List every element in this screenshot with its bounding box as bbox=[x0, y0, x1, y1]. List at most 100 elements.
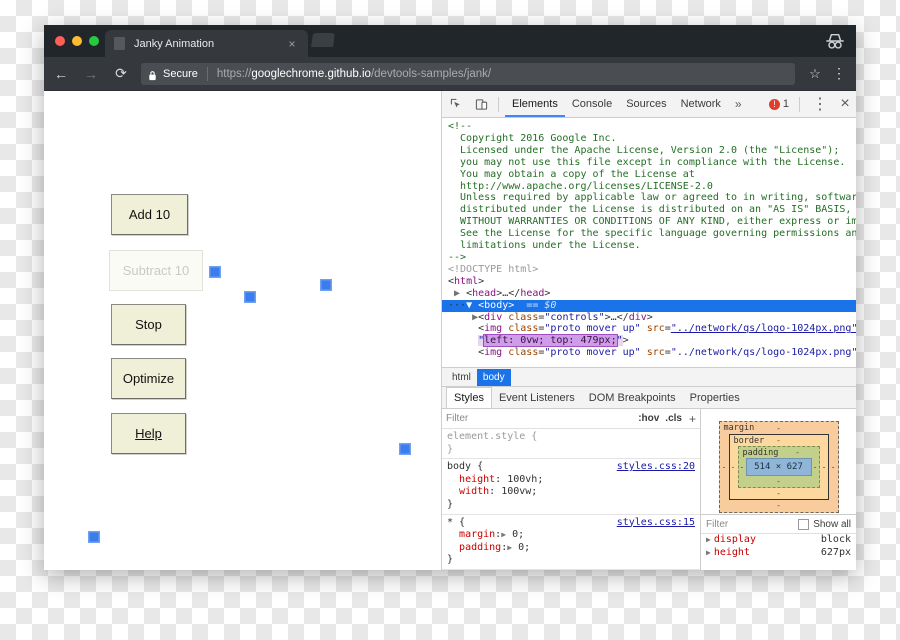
jank-button-stop[interactable]: Stop bbox=[111, 304, 186, 345]
tree-img-style-value[interactable]: "left: 0vw; top: 479px;"> bbox=[448, 335, 856, 347]
tree-img-node-2[interactable]: <img class="proto mover up" src="../netw… bbox=[448, 347, 856, 359]
breadcrumb-item-body[interactable]: body bbox=[477, 369, 511, 386]
padding-top-value[interactable]: - bbox=[777, 448, 819, 457]
devtools-tab-elements[interactable]: Elements bbox=[505, 92, 565, 117]
minimize-window-button[interactable] bbox=[72, 36, 82, 46]
tree-comment-line: <!-- bbox=[448, 121, 856, 133]
reload-button[interactable]: ⟳ bbox=[108, 61, 134, 87]
error-count-badge[interactable]: ! 1 bbox=[769, 98, 789, 110]
margin-left-value[interactable]: - bbox=[722, 463, 727, 472]
jank-button-help[interactable]: Help bbox=[111, 413, 186, 454]
style-rule[interactable]: styles.css:20body { height: 100vh; width… bbox=[442, 459, 700, 514]
tree-html-open[interactable]: <html> bbox=[448, 276, 856, 288]
error-icon: ! bbox=[769, 99, 780, 110]
box-model-border[interactable]: border - - - - padding - - - bbox=[729, 434, 829, 500]
maximize-window-button[interactable] bbox=[89, 36, 99, 46]
address-bar[interactable]: Secure https://googlechrome.github.io/de… bbox=[141, 63, 795, 85]
cls-toggle[interactable]: .cls bbox=[665, 413, 682, 424]
box-model-padding[interactable]: padding - - - - 514 × 627 bbox=[738, 446, 820, 488]
elements-tree[interactable]: <!-- Copyright 2016 Google Inc. Licensed… bbox=[442, 118, 856, 367]
jank-button-label: Stop bbox=[135, 317, 162, 332]
style-rule[interactable]: element.style {} bbox=[442, 429, 700, 459]
tree-controls-div[interactable]: ▶<div class="controls">…</div> bbox=[448, 312, 856, 324]
style-rules-list: element.style {}styles.css:20body { heig… bbox=[442, 429, 700, 570]
tree-comment-line: --> bbox=[448, 252, 856, 264]
border-top-value[interactable]: - bbox=[730, 436, 828, 445]
border-left-value[interactable]: - bbox=[731, 463, 736, 472]
padding-left-value[interactable]: - bbox=[740, 463, 745, 472]
bookmark-star-icon[interactable]: ☆ bbox=[803, 62, 827, 86]
tree-body-node-selected[interactable]: ···▼ <body> == $0 bbox=[442, 300, 856, 312]
styles-tab-properties[interactable]: Properties bbox=[683, 388, 747, 408]
window-controls[interactable] bbox=[55, 36, 99, 46]
page-viewport: Add 10Subtract 10StopOptimizeHelp bbox=[44, 91, 442, 570]
inspect-element-icon[interactable] bbox=[445, 93, 467, 115]
toolbar-divider bbox=[498, 97, 499, 112]
computed-property-row[interactable]: ▶displayblock bbox=[706, 533, 851, 546]
tree-head-node[interactable]: ▶ <head>…</head> bbox=[448, 288, 856, 300]
devtools-more-tabs-icon[interactable]: » bbox=[728, 92, 749, 117]
close-tab-icon[interactable]: × bbox=[284, 38, 300, 50]
styles-tab-bar: StylesEvent ListenersDOM BreakpointsProp… bbox=[442, 387, 856, 409]
jank-button-optimize[interactable]: Optimize bbox=[111, 358, 186, 399]
devtools-menu-icon[interactable]: ⋮ bbox=[809, 93, 831, 115]
border-right-value[interactable]: - bbox=[822, 463, 827, 472]
style-declaration[interactable]: width: 100vw; bbox=[447, 486, 695, 499]
style-rule-source[interactable]: styles.css:15 bbox=[617, 517, 695, 530]
jank-button-add-10[interactable]: Add 10 bbox=[111, 194, 188, 235]
devtools-tab-console[interactable]: Console bbox=[565, 92, 619, 117]
padding-bottom-value[interactable]: - bbox=[739, 477, 819, 486]
box-model-content-size[interactable]: 514 × 627 bbox=[746, 458, 812, 476]
hov-toggle[interactable]: :hov bbox=[638, 413, 659, 424]
computed-properties-list: ▶displayblock▶height627px bbox=[701, 532, 856, 570]
new-style-rule-button[interactable]: + bbox=[689, 412, 696, 426]
close-window-button[interactable] bbox=[55, 36, 65, 46]
tree-img-node-1[interactable]: <img class="proto mover up" src="../netw… bbox=[448, 323, 856, 335]
styles-filter-input[interactable]: Filter bbox=[446, 413, 632, 424]
padding-right-value[interactable]: - bbox=[813, 463, 818, 472]
breadcrumb: htmlbody bbox=[442, 367, 856, 387]
tree-comment-line: Copyright 2016 Google Inc. bbox=[448, 133, 856, 145]
device-toolbar-icon[interactable] bbox=[470, 93, 492, 115]
mover-square bbox=[88, 531, 100, 543]
breadcrumb-item-html[interactable]: html bbox=[446, 369, 477, 386]
forward-button[interactable]: → bbox=[78, 61, 104, 87]
tab-title: Janky Animation bbox=[134, 38, 284, 50]
toolbar-divider-2 bbox=[799, 97, 800, 112]
margin-top-value[interactable]: - bbox=[720, 424, 838, 433]
mover-square bbox=[244, 291, 256, 303]
style-declaration[interactable]: height: 100vh; bbox=[447, 474, 695, 487]
style-declaration[interactable]: padding:▶ 0; bbox=[447, 542, 695, 555]
browser-menu-icon[interactable]: ⋮ bbox=[827, 62, 851, 86]
margin-bottom-value[interactable]: - bbox=[720, 501, 838, 510]
browser-tab[interactable]: Janky Animation × bbox=[105, 30, 308, 57]
styles-tab-styles[interactable]: Styles bbox=[446, 387, 492, 408]
new-tab-button[interactable] bbox=[311, 33, 335, 47]
border-bottom-value[interactable]: - bbox=[730, 489, 828, 498]
styles-pane: Filter :hov .cls + element.style {}style… bbox=[442, 409, 701, 570]
box-model-diagram: margin - - - - border - - - - bbox=[719, 421, 839, 513]
styles-tab-dom-breakpoints[interactable]: DOM Breakpoints bbox=[582, 388, 683, 408]
devtools-close-icon[interactable]: × bbox=[834, 93, 856, 115]
style-rule-close: } bbox=[447, 499, 695, 512]
tree-comment-line: distributed under the License is distrib… bbox=[448, 204, 856, 216]
url-path: /devtools-samples/jank/ bbox=[371, 68, 491, 80]
tree-comment-line: You may obtain a copy of the License at bbox=[448, 169, 856, 181]
tree-comment-line: Unless required by applicable law or agr… bbox=[448, 192, 856, 204]
computed-property-row[interactable]: ▶height627px bbox=[706, 546, 851, 559]
style-rule[interactable]: styles.css:15* { margin:▶ 0; padding:▶ 0… bbox=[442, 515, 700, 570]
lock-icon bbox=[147, 68, 158, 79]
show-all-checkbox[interactable] bbox=[798, 519, 809, 530]
devtools-toolbar: Elements Console Sources Network » ! 1 ⋮… bbox=[442, 91, 856, 118]
styles-filter-bar: Filter :hov .cls + bbox=[442, 409, 700, 429]
style-declaration[interactable]: margin:▶ 0; bbox=[447, 529, 695, 542]
back-button[interactable]: ← bbox=[48, 61, 74, 87]
devtools-tab-network[interactable]: Network bbox=[674, 92, 728, 117]
style-rule-source[interactable]: styles.css:20 bbox=[617, 461, 695, 474]
mover-square bbox=[209, 266, 221, 278]
box-model-margin[interactable]: margin - - - - border - - - - bbox=[719, 421, 839, 513]
styles-tab-event-listeners[interactable]: Event Listeners bbox=[492, 388, 582, 408]
computed-filter-input[interactable]: Filter bbox=[706, 519, 798, 530]
devtools-tab-sources[interactable]: Sources bbox=[619, 92, 673, 117]
margin-right-value[interactable]: - bbox=[831, 463, 836, 472]
